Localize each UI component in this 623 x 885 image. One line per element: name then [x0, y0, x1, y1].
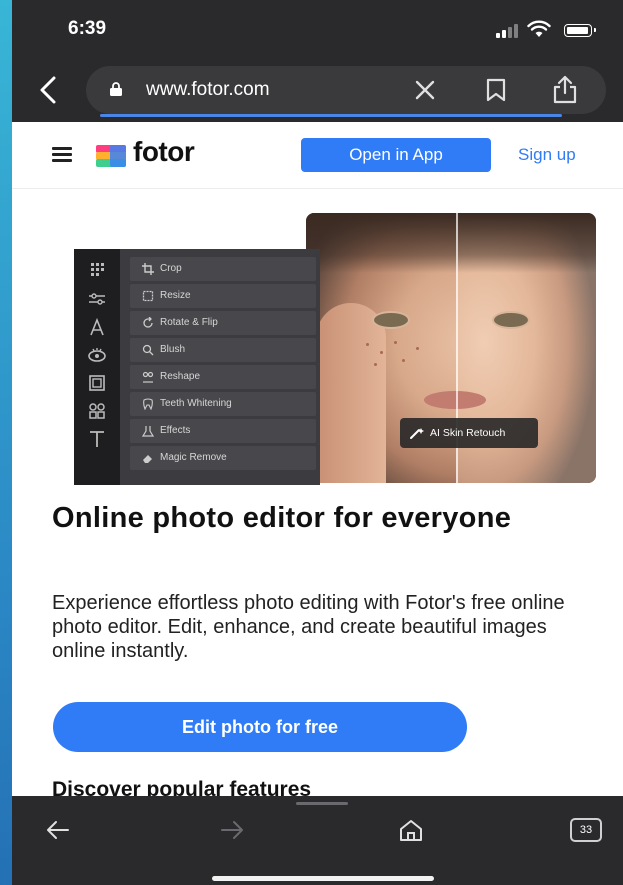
signal-icon [496, 24, 518, 38]
tool-rotate-flip: Rotate & Flip [130, 311, 316, 335]
frame-icon [89, 375, 105, 391]
site-header: fotor Open in App Sign up [12, 122, 623, 189]
tool-crop: Crop [130, 257, 316, 281]
battery-icon [564, 24, 596, 37]
lock-icon [110, 82, 122, 96]
page-load-progress [100, 114, 562, 117]
sign-up-link[interactable]: Sign up [518, 145, 576, 165]
beauty-icon [90, 317, 104, 336]
tabs-icon[interactable]: 33 [570, 818, 602, 842]
home-indicator[interactable] [212, 876, 434, 881]
bookmark-icon[interactable] [486, 78, 506, 102]
status-time: 6:39 [68, 18, 107, 39]
brand-logo-text[interactable]: fotor [133, 136, 195, 168]
wifi-icon [527, 20, 551, 37]
eye-icon [88, 348, 106, 362]
edit-photo-free-button[interactable]: Edit photo for free [53, 702, 467, 752]
editor-tool-panel: Crop Resize Rotate & Flip Blush Reshape … [120, 249, 320, 485]
url-text[interactable]: www.fotor.com [146, 79, 270, 101]
ai-skin-retouch-badge: AI Skin Retouch [400, 418, 538, 448]
tooth-icon [143, 398, 153, 410]
address-bar[interactable]: www.fotor.com [86, 66, 606, 117]
grid-icon [91, 263, 104, 276]
page-description: Experience effortless photo editing with… [52, 592, 565, 662]
tool-teeth-whitening: Teeth Whitening [130, 392, 316, 416]
clear-icon[interactable] [412, 76, 438, 104]
tool-reshape: Reshape [130, 365, 316, 389]
status-bar: 6:39 [12, 0, 623, 60]
effects-icon [142, 426, 154, 437]
tool-magic-remove: Magic Remove [130, 446, 316, 470]
hero-image: AI Skin Retouch Crop Resize Rotate & Fli… [60, 213, 596, 485]
sheet-handle[interactable] [296, 802, 348, 805]
phone-screen: 6:39 www.fotor.com fotor Open in App Sig… [12, 0, 623, 885]
portrait-photo: AI Skin Retouch [306, 213, 596, 483]
eraser-icon [143, 455, 152, 463]
share-icon[interactable] [552, 74, 578, 104]
wand-icon [410, 428, 424, 439]
nav-forward-icon[interactable] [218, 820, 246, 840]
text-icon [90, 431, 104, 447]
editor-tool-strip [74, 249, 120, 485]
crop-icon [142, 263, 154, 275]
reshape-icon [142, 371, 154, 383]
page-headline: Online photo editor for everyone [52, 502, 512, 534]
hamburger-menu-icon[interactable] [52, 147, 72, 162]
tool-effects: Effects [130, 419, 316, 443]
resize-icon [142, 290, 154, 302]
fotor-logo-icon [96, 145, 126, 167]
blush-icon [142, 344, 154, 356]
adjust-icon [89, 293, 105, 305]
home-icon[interactable] [398, 818, 424, 842]
tool-resize: Resize [130, 284, 316, 308]
nav-back-icon[interactable] [44, 820, 72, 840]
back-chevron-icon[interactable] [34, 72, 64, 108]
browser-bottom-bar: 33 [12, 796, 623, 885]
elements-icon [89, 403, 105, 419]
tool-blush: Blush [130, 338, 316, 362]
open-in-app-button[interactable]: Open in App [301, 138, 491, 172]
rotate-icon [143, 317, 153, 328]
browser-toolbar: www.fotor.com [12, 60, 623, 122]
